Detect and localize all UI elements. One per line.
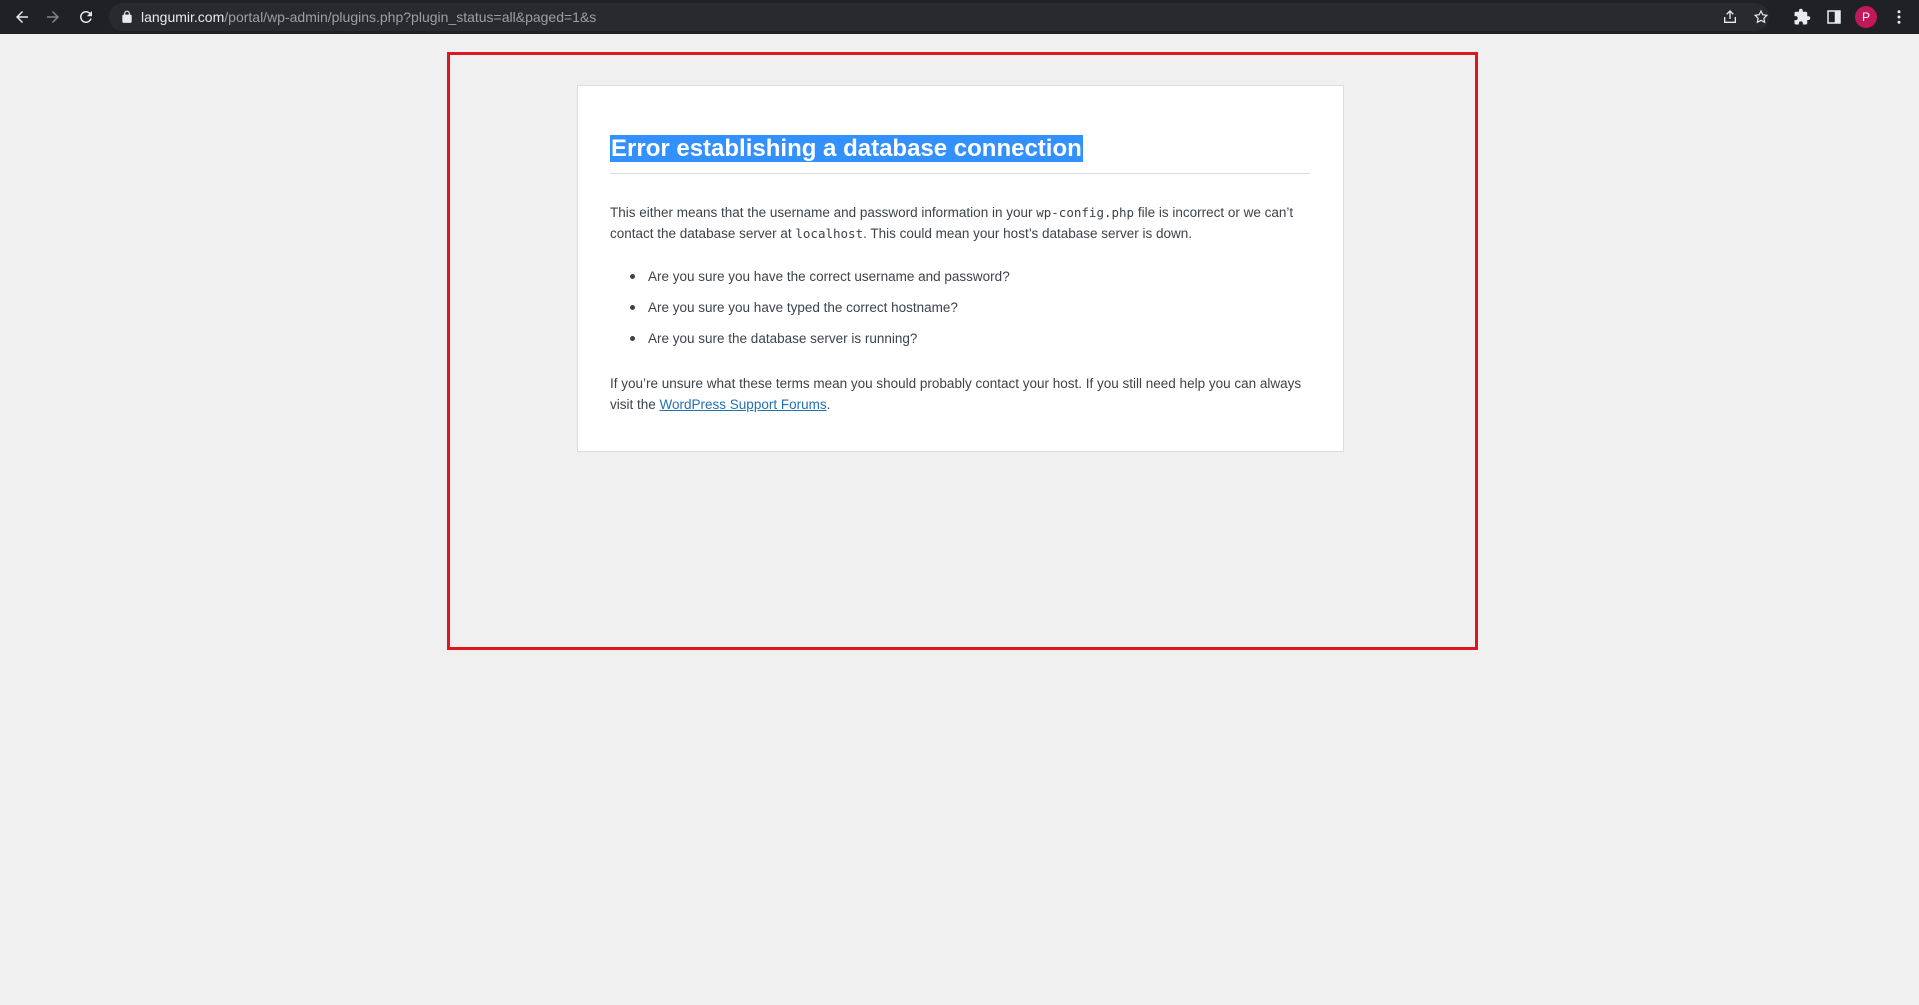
lock-icon <box>122 10 132 23</box>
error-text: This either means that the username and … <box>610 205 1037 220</box>
url-text: langumir.com/portal/wp-admin/plugins.php… <box>141 9 596 25</box>
side-panel-button[interactable] <box>1822 5 1846 29</box>
config-filename: wp-config.php <box>1036 205 1135 220</box>
error-text: . This could mean your host’s database s… <box>863 226 1193 241</box>
troubleshooting-list: Are you sure you have the correct userna… <box>628 266 1308 359</box>
support-forums-link[interactable]: WordPress Support Forums <box>660 397 827 412</box>
star-icon <box>1753 9 1769 24</box>
error-description: This either means that the username and … <box>610 202 1315 244</box>
list-item: Are you sure the database server is runn… <box>628 328 1308 359</box>
address-bar[interactable]: langumir.com/portal/wp-admin/plugins.php… <box>109 3 1769 31</box>
error-heading-container: Error establishing a database connection <box>610 132 1310 174</box>
error-title: Error establishing a database connection <box>610 135 1083 162</box>
kebab-menu-icon <box>1897 10 1901 24</box>
list-item: Are you sure you have the correct userna… <box>628 266 1308 297</box>
list-item: Are you sure you have typed the correct … <box>628 297 1308 328</box>
error-card: Error establishing a database connection… <box>577 85 1344 452</box>
url-host: langumir.com <box>141 9 225 25</box>
bookmark-button[interactable] <box>1751 7 1771 27</box>
reload-icon <box>79 10 92 23</box>
browser-menu-button[interactable] <box>1887 5 1911 29</box>
back-button[interactable] <box>10 5 34 29</box>
db-host: localhost <box>795 226 864 241</box>
url-path: /portal/wp-admin/plugins.php?plugin_stat… <box>224 9 597 25</box>
back-arrow-icon <box>16 11 28 23</box>
side-panel-icon <box>1827 10 1841 24</box>
share-icon <box>1724 10 1736 23</box>
extensions-button[interactable] <box>1790 5 1814 29</box>
browser-toolbar: langumir.com/portal/wp-admin/plugins.php… <box>0 0 1919 34</box>
share-button[interactable] <box>1720 7 1740 27</box>
help-text-part: . <box>826 397 831 412</box>
puzzle-icon <box>1794 8 1811 25</box>
help-text: If you’re unsure what these terms mean y… <box>610 373 1315 415</box>
forward-arrow-icon <box>47 11 59 23</box>
forward-button[interactable] <box>41 5 65 29</box>
reload-button[interactable] <box>74 5 98 29</box>
profile-avatar[interactable]: P <box>1855 6 1877 28</box>
